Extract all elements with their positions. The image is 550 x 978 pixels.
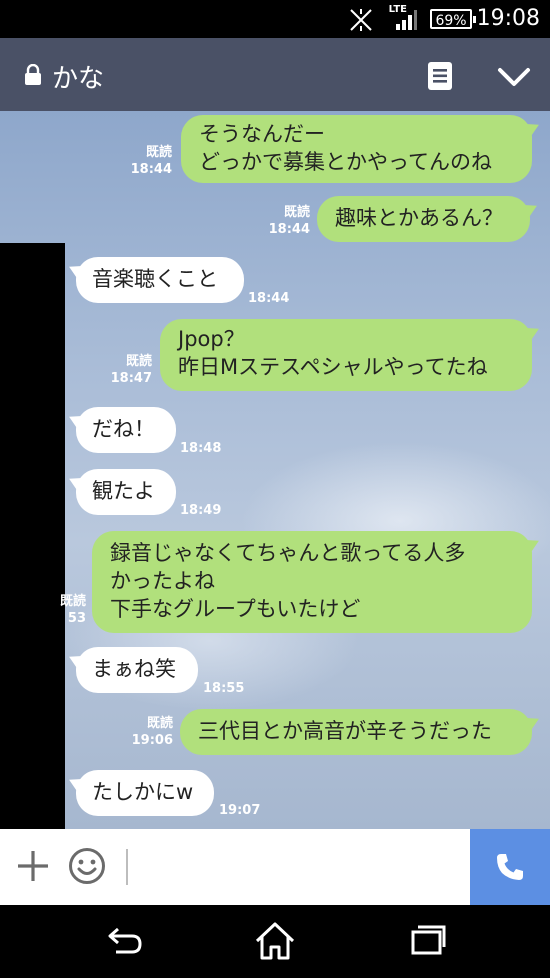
redaction-bar bbox=[0, 243, 65, 829]
status-bar: LTE 69% 19:08 bbox=[0, 0, 550, 38]
message-meta: 既読 18:44 bbox=[130, 144, 172, 178]
signal-icon bbox=[396, 10, 417, 30]
recents-icon[interactable] bbox=[410, 923, 446, 957]
message-time: 18:49 bbox=[180, 503, 222, 518]
back-icon[interactable] bbox=[104, 923, 144, 959]
read-receipt: 既読 bbox=[125, 354, 152, 369]
message-bubble-received[interactable]: たしかにw bbox=[76, 770, 214, 816]
read-receipt: 既読 bbox=[59, 594, 86, 609]
phone-icon bbox=[497, 854, 523, 880]
clock: 19:08 bbox=[476, 6, 540, 31]
home-icon[interactable] bbox=[254, 921, 296, 961]
message-text: たしかにw bbox=[92, 780, 194, 804]
plus-icon[interactable] bbox=[16, 849, 50, 883]
call-button[interactable] bbox=[470, 829, 550, 905]
message-text: 下手なグループもいたけど bbox=[110, 597, 361, 621]
emoji-icon[interactable] bbox=[68, 847, 106, 885]
message-text: どっかで募集とかやってんのね bbox=[199, 150, 492, 174]
message-text: 昨日Mステスペシャルやってたね bbox=[178, 355, 488, 379]
message-meta: 既読 19:06 bbox=[131, 715, 173, 749]
message-text: 三代目とか高音が辛そうだった bbox=[198, 719, 492, 743]
message-text: かったよね bbox=[110, 569, 215, 593]
message-meta: 既読 18:47 bbox=[110, 353, 152, 387]
read-receipt: 既読 bbox=[146, 716, 173, 731]
message-text: 録音じゃなくてちゃんと歌ってる人多 bbox=[110, 541, 466, 565]
read-receipt: 既読 bbox=[145, 145, 172, 160]
message-meta: 既読 18:44 bbox=[268, 204, 310, 238]
message-text: Jpop？ bbox=[178, 327, 245, 351]
message-time: 18:47 bbox=[110, 371, 152, 386]
message-bubble-sent[interactable]: 三代目とか高音が辛そうだった bbox=[180, 709, 532, 755]
message-time: 18:55 bbox=[203, 681, 245, 696]
chat-header: かな bbox=[0, 38, 550, 111]
message-text: そうなんだー bbox=[199, 122, 325, 146]
message-time: 18:44 bbox=[248, 291, 290, 306]
lock-icon bbox=[25, 64, 41, 85]
message-time: 18:44 bbox=[268, 222, 310, 237]
message-meta: 既読 53 bbox=[56, 593, 86, 627]
message-time: 18:48 bbox=[180, 441, 222, 456]
contact-name[interactable]: かな bbox=[52, 58, 104, 95]
message-bubble-received[interactable]: まぁね笑 bbox=[76, 647, 198, 693]
battery-indicator: 69% bbox=[430, 9, 476, 29]
chat-area[interactable]: 既読 18:44 そうなんだー どっかで募集とかやってんのね 既読 18:44 … bbox=[0, 111, 550, 829]
message-bubble-received[interactable]: だね！ bbox=[76, 407, 176, 453]
message-bubble-received[interactable]: 観たよ bbox=[76, 469, 176, 515]
message-bubble-sent[interactable]: Jpop？ 昨日Mステスペシャルやってたね bbox=[160, 319, 532, 391]
message-text: まぁね笑 bbox=[92, 657, 176, 681]
message-time: 53 bbox=[67, 611, 86, 626]
read-receipt: 既読 bbox=[283, 205, 310, 220]
message-bubble-sent[interactable]: 趣味とかあるん？ bbox=[317, 196, 530, 242]
input-caret bbox=[126, 849, 128, 885]
message-text: だね！ bbox=[92, 417, 155, 441]
message-time: 18:44 bbox=[130, 162, 172, 177]
message-bubble-sent[interactable]: そうなんだー どっかで募集とかやってんのね bbox=[181, 115, 532, 183]
message-time: 19:06 bbox=[131, 733, 173, 748]
vibrate-off-icon bbox=[350, 9, 372, 31]
message-input-bar bbox=[0, 829, 550, 905]
message-text: 音楽聴くこと bbox=[92, 267, 218, 291]
system-nav-bar bbox=[0, 905, 550, 978]
message-time: 19:07 bbox=[219, 803, 261, 818]
message-text: 趣味とかあるん？ bbox=[335, 206, 503, 230]
chevron-down-icon[interactable] bbox=[497, 66, 531, 88]
message-bubble-received[interactable]: 音楽聴くこと bbox=[76, 257, 244, 303]
message-bubble-sent[interactable]: 録音じゃなくてちゃんと歌ってる人多 かったよね 下手なグループもいたけど bbox=[92, 531, 532, 633]
message-text: 観たよ bbox=[92, 479, 155, 503]
notes-icon[interactable] bbox=[428, 62, 452, 90]
